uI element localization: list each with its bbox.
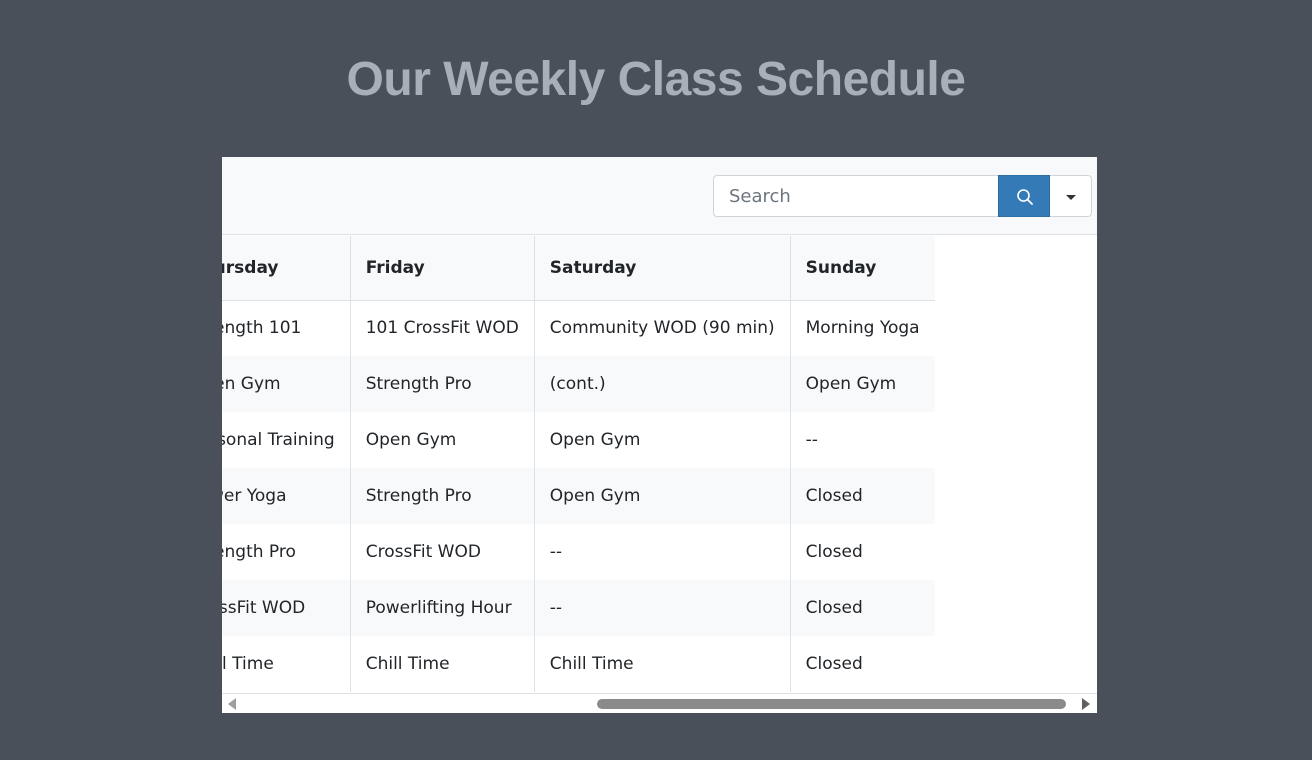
table-cell: Chill Time bbox=[533, 636, 791, 692]
table-cell: Chill Time bbox=[222, 636, 351, 692]
table-cell: Closed bbox=[789, 636, 935, 692]
table-cell: Morning Yoga bbox=[789, 300, 935, 356]
search-button[interactable] bbox=[998, 175, 1050, 217]
table-cell: Closed bbox=[789, 468, 935, 524]
column-header-saturday[interactable]: Saturday bbox=[533, 236, 791, 301]
table-cell: -- bbox=[533, 580, 791, 636]
scrollbar-thumb[interactable] bbox=[597, 699, 1066, 709]
table-cell: Power Yoga bbox=[222, 468, 351, 524]
table-cell: CrossFit WOD bbox=[349, 524, 535, 580]
scroll-right-arrow-icon[interactable] bbox=[1082, 698, 1090, 710]
scroll-left-arrow-icon[interactable] bbox=[228, 698, 236, 710]
table-cell: -- bbox=[789, 412, 935, 468]
table-cell: Personal Training bbox=[222, 412, 351, 468]
table-cell: Closed bbox=[789, 524, 935, 580]
table-row: Flow YogaCrossFit WODPowerlifting Hour--… bbox=[222, 580, 935, 636]
search-icon bbox=[1017, 189, 1033, 205]
table-cell: Powerlifting Hour bbox=[349, 580, 535, 636]
search-input[interactable] bbox=[713, 175, 999, 217]
caret-down-icon bbox=[1066, 195, 1076, 200]
table-cell: Strength Pro bbox=[349, 356, 535, 412]
page-title: Our Weekly Class Schedule bbox=[346, 53, 966, 106]
table-cell: 101 CrossFit WOD bbox=[349, 300, 535, 356]
table-cell: (cont.) bbox=[533, 356, 791, 412]
column-header-thursday[interactable]: Thursday bbox=[222, 236, 351, 301]
table-cell: Open Gym bbox=[222, 356, 351, 412]
schedule-table: WednesdayThursdayFridaySaturdaySunday Cr… bbox=[222, 236, 935, 692]
table-row: Recovery YogaPersonal TrainingOpen GymOp… bbox=[222, 412, 935, 468]
table-toolbar bbox=[222, 157, 1097, 235]
table-cell: Community WOD (90 min) bbox=[533, 300, 791, 356]
table-cell: Open Gym bbox=[349, 412, 535, 468]
schedule-panel: WednesdayThursdayFridaySaturdaySunday Cr… bbox=[222, 157, 1097, 713]
table-cell: Open Gym bbox=[533, 412, 791, 468]
table-header-row: WednesdayThursdayFridaySaturdaySunday bbox=[222, 236, 935, 301]
table-cell: Strength 101 bbox=[222, 300, 351, 356]
table-cell: -- bbox=[533, 524, 791, 580]
column-header-sunday[interactable]: Sunday bbox=[789, 236, 935, 301]
table-row: Strength ProOpen GymStrength Pro(cont.)O… bbox=[222, 356, 935, 412]
table-scroll-area[interactable]: WednesdayThursdayFridaySaturdaySunday Cr… bbox=[222, 236, 1097, 693]
table-cell: Strength Pro bbox=[222, 524, 351, 580]
table-row: CrossFit WODStrength 101101 CrossFit WOD… bbox=[222, 300, 935, 356]
columns-dropdown-button[interactable] bbox=[1050, 175, 1092, 217]
table-row: Chill TimeChill TimeChill TimeClosed bbox=[222, 636, 935, 692]
column-header-friday[interactable]: Friday bbox=[349, 236, 535, 301]
table-body: CrossFit WOD Strength 101101 CrossFit WOD… bbox=[222, 300, 935, 692]
table-cell: Open Gym bbox=[533, 468, 791, 524]
table-cell: Open Gym bbox=[789, 356, 935, 412]
table-cell: Chill Time bbox=[349, 636, 535, 692]
table-row: Strength 101Power YogaStrength ProOpen G… bbox=[222, 468, 935, 524]
table-cell: Closed bbox=[789, 580, 935, 636]
horizontal-scrollbar[interactable] bbox=[222, 693, 1097, 713]
table-cell: Strength Pro bbox=[349, 468, 535, 524]
table-row: CrossFit WODStrength ProCrossFit WOD--Cl… bbox=[222, 524, 935, 580]
table-cell: CrossFit WOD bbox=[222, 580, 351, 636]
